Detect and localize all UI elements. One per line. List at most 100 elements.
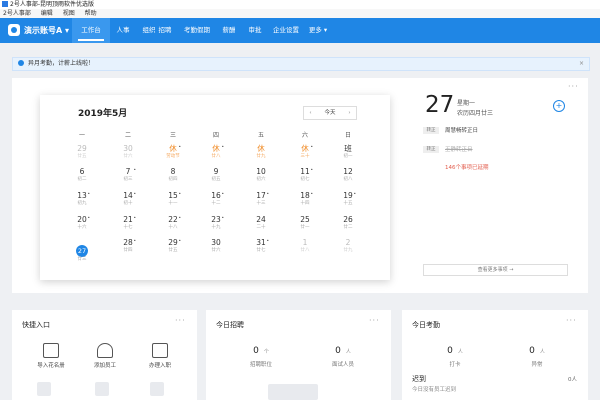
calendar-day[interactable]: 7 • 初三	[113, 167, 143, 187]
calendar-day[interactable]: 10 初六	[246, 167, 276, 187]
event-dot-icon: •	[133, 215, 136, 220]
calendar-day[interactable]: 休廿九	[246, 144, 276, 164]
prev-month-button[interactable]: ‹	[306, 107, 315, 119]
search-profile-icon[interactable]	[37, 382, 51, 396]
calendar-day[interactable]: 26 廿二	[333, 215, 363, 235]
tab-workbench[interactable]: 工作台	[72, 18, 110, 43]
more-options-icon[interactable]: ···	[175, 316, 186, 325]
calendar-day[interactable]: 30 廿六	[201, 238, 231, 258]
calendar-day[interactable]: 6 初二	[67, 167, 97, 187]
lunar-day: 初九	[77, 201, 87, 206]
more-options-icon[interactable]: ···	[568, 82, 579, 91]
lunar-day: 劳动节	[166, 154, 180, 159]
lunar-day: 十四	[300, 201, 310, 206]
lunar-day: 廿一	[300, 225, 310, 230]
calendar-day[interactable]: 9 初五	[201, 167, 231, 187]
document-icon[interactable]	[150, 382, 164, 396]
day-number: 29	[168, 238, 178, 247]
interviewees-stat[interactable]: 0 人 面试人员	[318, 338, 368, 368]
calendar-month-title: 2019年5月	[78, 109, 128, 119]
org-chart-icon[interactable]	[95, 382, 109, 396]
lunar-day: 初五	[211, 177, 221, 182]
lunar-day: 二十	[256, 225, 266, 230]
stat-unit: 人	[345, 349, 351, 355]
calendar-day[interactable]: 31 • 廿七	[246, 238, 276, 258]
calendar-day[interactable]: 18 • 十四	[290, 191, 320, 211]
title-bar: 2号人事部-昆明顶雨软件优选版	[0, 0, 600, 9]
calendar-day[interactable]: 17 • 十三	[246, 191, 276, 211]
lunar-day: 初六	[256, 177, 266, 182]
calendar-day[interactable]: 休 • 劳动节	[158, 144, 188, 164]
calendar-day[interactable]: 2 廿九	[333, 238, 363, 258]
view-more-events-button[interactable]: 查看更多事项 →	[423, 264, 568, 276]
close-icon[interactable]: ×	[579, 58, 584, 70]
next-month-button[interactable]: ›	[345, 107, 354, 119]
calendar-day[interactable]: 11 • 初七	[290, 167, 320, 187]
abnormal-stat[interactable]: 0 人 异常	[512, 338, 562, 368]
day-number: 休	[212, 144, 220, 153]
event-dot-icon: •	[221, 144, 224, 149]
logo-icon	[8, 24, 20, 36]
tab-recruit[interactable]: 招聘	[152, 18, 178, 43]
calendar-day[interactable]: 30 廿六	[113, 144, 143, 164]
day-number: 7	[125, 167, 131, 176]
day-number: 10	[256, 167, 266, 176]
today-button[interactable]: 今天	[324, 110, 335, 116]
calendar-day[interactable]: 20 • 十六	[67, 215, 97, 235]
calendar-day-today[interactable]: 27 廿三	[67, 238, 97, 262]
calendar-day[interactable]: 29 廿五	[67, 144, 97, 164]
calendar-day[interactable]: 14 • 初十	[113, 191, 143, 211]
menu-item-help[interactable]: 帮助	[85, 10, 97, 17]
quick-add-employee[interactable]: 添加员工	[85, 343, 125, 369]
tab-attendance[interactable]: 考勤假期	[178, 18, 216, 43]
menu-item-app[interactable]: 2号人事部	[3, 10, 31, 17]
calendar-day[interactable]: 21 • 十七	[113, 215, 143, 235]
calendar-day[interactable]: 19 • 十五	[333, 191, 363, 211]
more-options-icon[interactable]: ···	[369, 316, 380, 325]
calendar-day[interactable]: 13 • 初九	[67, 191, 97, 211]
stat-label: 打卡	[449, 362, 461, 368]
quick-import-roster[interactable]: 导入花名册	[31, 343, 71, 369]
menu-bar: 2号人事部 编辑 视图 帮助	[0, 9, 600, 18]
event-dot-icon: •	[87, 191, 90, 196]
calendar-day[interactable]: 休 • 廿八	[201, 144, 231, 164]
tab-company-settings[interactable]: 企业设置	[268, 18, 304, 43]
event-item[interactable]: 王静转正日	[445, 145, 473, 153]
lunar-day: 十二	[211, 201, 221, 206]
quick-entry-title: 快捷入口	[22, 321, 50, 329]
account-switcher[interactable]: 演示账号A ▾	[24, 18, 69, 43]
tab-more[interactable]: 更多 ▾	[304, 18, 332, 43]
calendar-day[interactable]: 12 初八	[333, 167, 363, 187]
calendar-day[interactable]: 29 • 廿五	[158, 238, 188, 258]
quick-onboarding[interactable]: 办理入职	[140, 343, 180, 369]
overdue-events-link[interactable]: 146个事项已延期	[445, 163, 489, 171]
calendar-day[interactable]: 休 • 三十	[290, 144, 320, 164]
calendar-day[interactable]: 24 二十	[246, 215, 276, 235]
day-number: 14	[123, 191, 133, 200]
menu-item-edit[interactable]: 编辑	[41, 10, 53, 17]
lunar-day: 十六	[77, 225, 87, 230]
calendar-day[interactable]: 23 • 十九	[201, 215, 231, 235]
event-item[interactable]: 周慧畅转正日	[445, 126, 478, 134]
menu-item-view[interactable]: 视图	[63, 10, 75, 17]
day-number: 13	[77, 191, 87, 200]
calendar-day[interactable]: 班初一	[333, 144, 363, 164]
add-event-button[interactable]: +	[553, 100, 565, 112]
calendar-day[interactable]: 8 初四	[158, 167, 188, 187]
recruit-today-card: 今日招聘 ··· 0 个 招聘职位 0 人 面试人员	[206, 310, 391, 400]
calendar-day[interactable]: 25 廿一	[290, 215, 320, 235]
punch-in-stat[interactable]: 0 人 打卡	[430, 338, 480, 368]
calendar-day[interactable]: 28 • 廿四	[113, 238, 143, 258]
event-dot-icon: •	[178, 191, 181, 196]
calendar-day[interactable]: 22 • 十八	[158, 215, 188, 235]
calendar-day[interactable]: 16 • 十二	[201, 191, 231, 211]
tab-personnel[interactable]: 人事	[110, 18, 136, 43]
stat-unit: 人	[457, 349, 463, 355]
notice-text[interactable]: 异月考勤，计薪上线啦！	[28, 60, 94, 67]
tab-approval[interactable]: 审批	[242, 18, 268, 43]
more-options-icon[interactable]: ···	[566, 316, 577, 325]
tab-salary[interactable]: 薪酬	[216, 18, 242, 43]
calendar-day[interactable]: 1 廿八	[290, 238, 320, 258]
open-positions-stat[interactable]: 0 个 招聘职位	[236, 338, 286, 368]
calendar-day[interactable]: 15 • 十一	[158, 191, 188, 211]
